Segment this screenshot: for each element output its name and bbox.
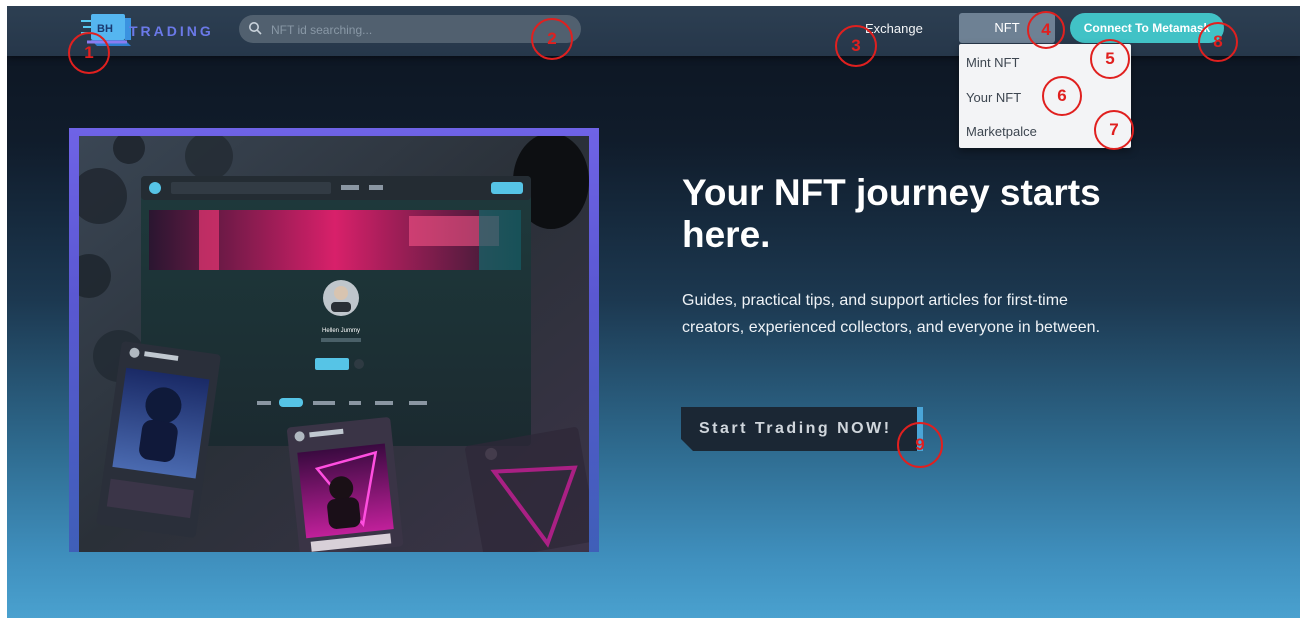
callout-7: 7 [1094, 110, 1134, 150]
callout-8: 8 [1198, 22, 1238, 62]
menu-item-your-nft[interactable]: Your NFT [966, 90, 1021, 105]
start-trading-button[interactable]: Start Trading NOW! [681, 407, 925, 451]
logo-text: TRADING [129, 23, 214, 39]
callout-6: 6 [1042, 76, 1082, 116]
search-bar[interactable] [239, 15, 581, 45]
hero-scene-image: Hellen Jummy [79, 136, 589, 552]
callout-5: 5 [1090, 39, 1130, 79]
logo-badge: BH [97, 23, 113, 35]
callout-9: 9 [897, 422, 943, 468]
callout-2: 2 [531, 18, 573, 60]
mock-profile-name: Hellen Jummy [322, 328, 360, 334]
start-trading-label: Start Trading NOW! [699, 420, 892, 437]
callout-4: 4 [1027, 11, 1065, 49]
callout-3: 3 [835, 25, 877, 67]
callout-1: 1 [68, 32, 110, 74]
hero-title: Your NFT journey starts here. [682, 172, 1101, 255]
hero-illustration: Hellen Jummy [69, 128, 599, 552]
search-input[interactable] [269, 15, 573, 45]
search-icon [249, 22, 262, 35]
menu-item-mint-nft[interactable]: Mint NFT [966, 55, 1019, 70]
menu-item-marketplace[interactable]: Marketpalce [966, 124, 1037, 139]
hero-description: Guides, practical tips, and support arti… [682, 292, 1101, 336]
app-frame: BH TRADING Exchange NFT Connect To Metam… [7, 6, 1300, 618]
